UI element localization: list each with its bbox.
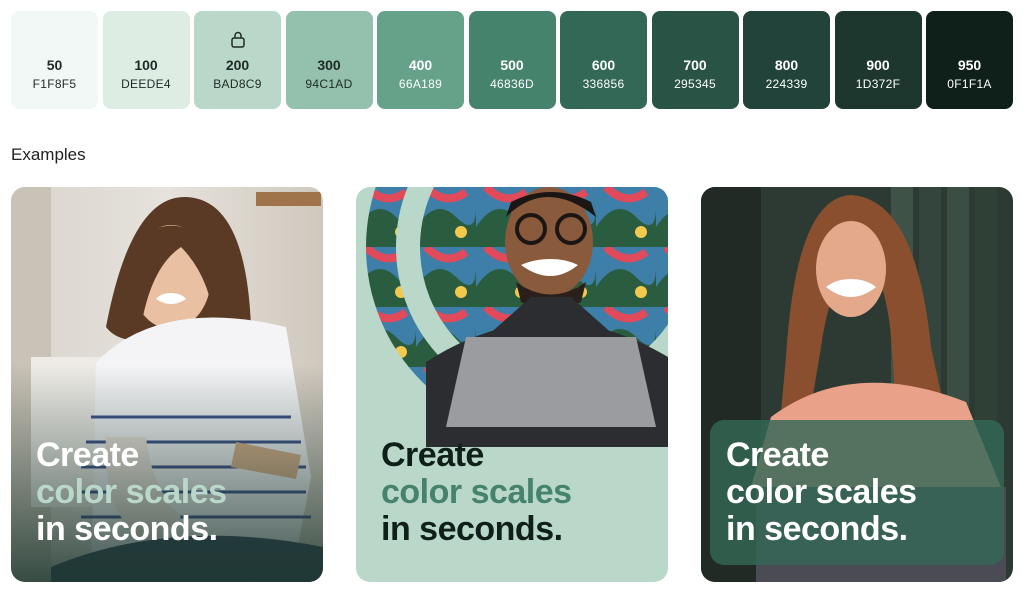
swatch-300[interactable]: 300 94C1AD	[285, 11, 373, 109]
swatch-shade-label: 950	[957, 57, 982, 73]
swatch-hex-label: DEEDE4	[121, 77, 171, 91]
swatch-shade-label: 50	[46, 57, 63, 73]
headline-line-in-seconds: in seconds.	[381, 510, 563, 548]
swatch-600[interactable]: 600 336856	[560, 11, 647, 109]
lock-icon[interactable]	[230, 30, 246, 48]
swatch-500[interactable]: 500 46836D	[468, 11, 556, 109]
swatch-shade-label: 600	[591, 57, 616, 73]
swatch-shade-label: 100	[134, 57, 158, 73]
swatch-950[interactable]: 950 0F1F1A	[926, 11, 1013, 109]
swatch-shade-label: 900	[866, 57, 890, 73]
swatch-hex-label: 0F1F1A	[947, 77, 992, 91]
card-headline: Create color scales in seconds.	[381, 437, 572, 548]
swatch-400[interactable]: 400 66A189	[377, 11, 464, 109]
headline-line-in-seconds: in seconds.	[726, 510, 908, 548]
example-card-glass-panel: Create color scales in seconds.	[701, 187, 1013, 582]
swatch-shade-label: 200	[225, 57, 250, 73]
swatch-700[interactable]: 700 295345	[651, 11, 739, 109]
examples-heading: Examples	[11, 145, 86, 164]
swatch-hex-label: 224339	[765, 77, 808, 91]
headline-line-create: Create	[381, 436, 484, 474]
swatch-shade-label: 300	[317, 57, 341, 73]
swatch-hex-label: 1D372F	[855, 77, 901, 91]
swatch-800[interactable]: 800 224339	[743, 11, 830, 109]
headline-line-color-scales: color scales	[381, 473, 572, 511]
card-headline: Create color scales in seconds.	[36, 437, 227, 548]
swatch-shade-label: 400	[408, 57, 433, 73]
swatch-hex-label: 94C1AD	[305, 77, 353, 91]
headline-line-create: Create	[726, 436, 829, 474]
example-card-photo-gradient: Create color scales in seconds.	[11, 187, 323, 582]
swatch-200[interactable]: 200 BAD8C9	[194, 11, 281, 109]
card-headline: Create color scales in seconds.	[726, 437, 917, 548]
swatch-hex-label: 46836D	[490, 77, 534, 91]
example-card-circle-frame: Create color scales in seconds.	[356, 187, 668, 582]
swatch-100[interactable]: 100 DEEDE4	[102, 11, 190, 109]
swatch-50[interactable]: 50 F1F8F5	[11, 11, 98, 109]
swatch-hex-label: 295345	[674, 77, 716, 91]
swatch-shade-label: 500	[500, 57, 524, 73]
color-palette: 50 F1F8F5 100 DEEDE4 200 BAD8C9 300 94C1…	[11, 11, 1013, 109]
swatch-hex-label: 336856	[582, 77, 625, 91]
headline-line-color-scales: color scales	[36, 473, 227, 511]
swatch-hex-label: BAD8C9	[213, 77, 262, 91]
headline-line-create: Create	[36, 436, 139, 474]
swatch-900[interactable]: 900 1D372F	[834, 11, 922, 109]
headline-line-color-scales: color scales	[726, 473, 917, 511]
swatch-hex-label: F1F8F5	[32, 77, 77, 91]
swatch-hex-label: 66A189	[398, 77, 443, 91]
headline-line-in-seconds: in seconds.	[36, 510, 218, 548]
swatch-shade-label: 700	[683, 57, 707, 73]
swatch-shade-label: 800	[774, 57, 799, 73]
